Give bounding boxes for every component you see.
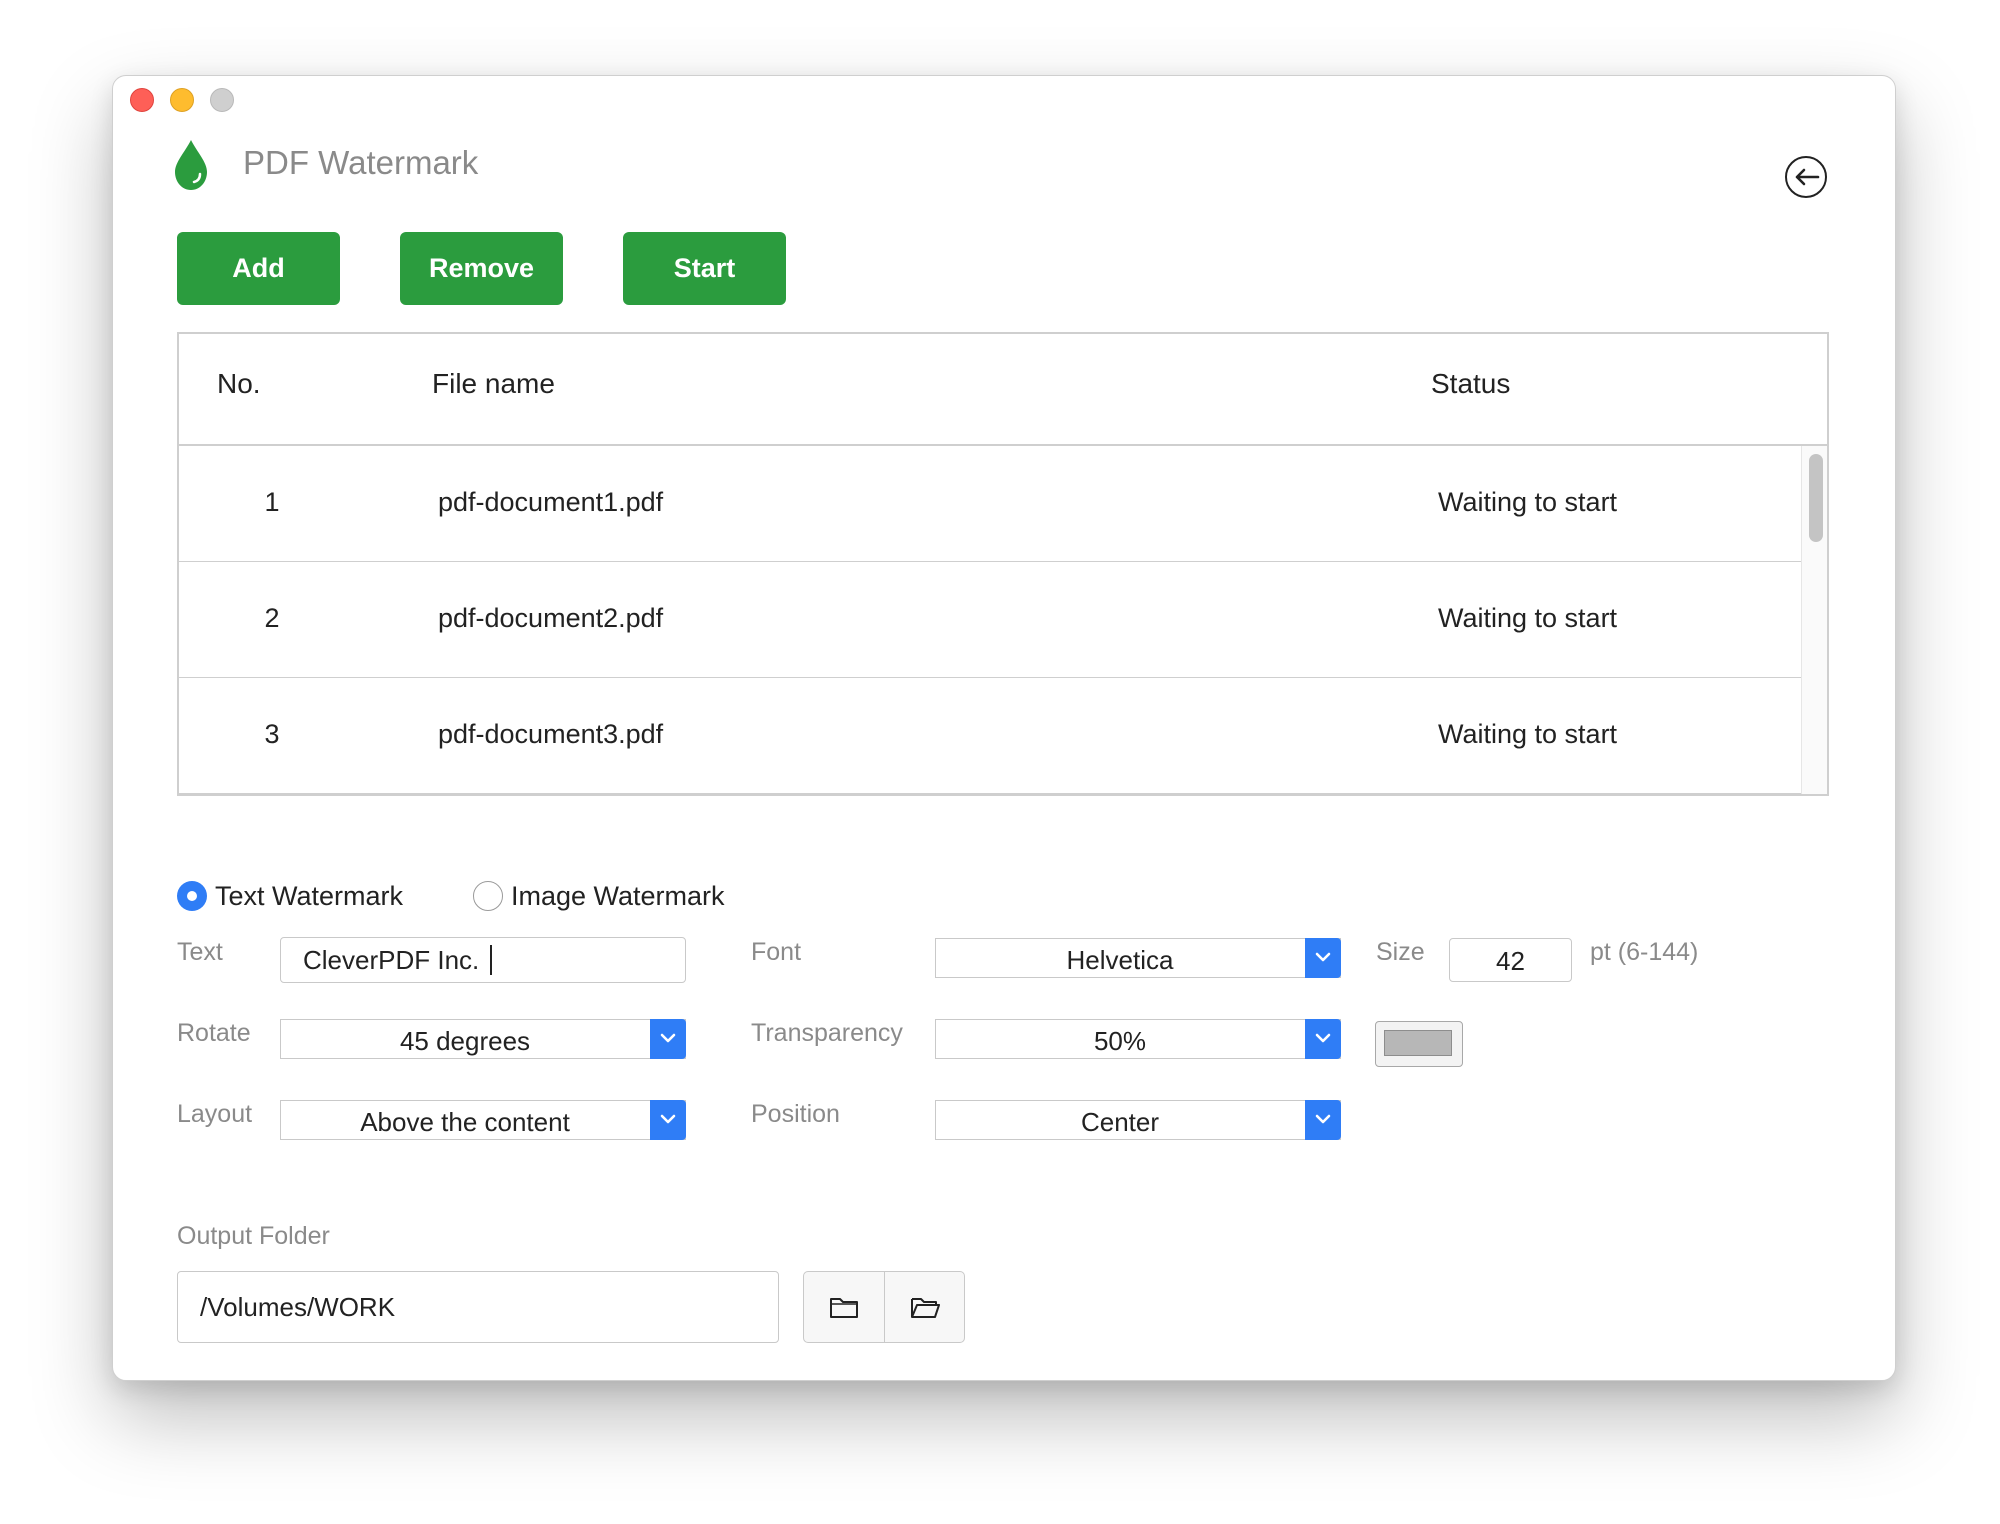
table-row[interactable]: 1 pdf-document1.pdf Waiting to start xyxy=(179,446,1801,562)
table-header: No. File name Status xyxy=(179,334,1827,446)
chevron-down-icon[interactable] xyxy=(650,1019,686,1059)
row-file-name: pdf-document3.pdf xyxy=(438,719,664,749)
water-drop-icon xyxy=(175,140,207,190)
color-picker-button[interactable] xyxy=(1375,1021,1463,1067)
transparency-label: Transparency xyxy=(751,1019,903,1047)
folder-button-group xyxy=(803,1271,965,1343)
app-window: PDF Watermark Add Remove Start No. File … xyxy=(112,75,1896,1381)
text-cursor xyxy=(490,945,492,975)
text-watermark-radio[interactable]: Text Watermark xyxy=(177,879,437,913)
row-file-name: pdf-document2.pdf xyxy=(438,603,664,633)
text-label: Text xyxy=(177,938,223,966)
table-row[interactable]: 3 pdf-document3.pdf Waiting to start xyxy=(179,678,1801,794)
layout-label: Layout xyxy=(177,1100,253,1128)
column-header-file-name[interactable]: File name xyxy=(432,368,555,400)
size-value: 42 xyxy=(1496,946,1525,976)
color-swatch xyxy=(1384,1030,1452,1056)
position-select-value: Center xyxy=(1080,1107,1160,1137)
chevron-down-icon[interactable] xyxy=(1305,938,1341,978)
row-status: Waiting to start xyxy=(1438,487,1618,517)
window-close-button[interactable] xyxy=(130,88,154,112)
radio-unselected-icon[interactable] xyxy=(473,881,503,911)
row-file-name: pdf-document1.pdf xyxy=(438,487,664,517)
chevron-down-icon[interactable] xyxy=(650,1100,686,1140)
table-scrollbar[interactable] xyxy=(1801,446,1827,794)
add-button[interactable]: Add xyxy=(177,232,340,305)
size-range-label: pt (6-144) xyxy=(1590,938,1699,966)
column-header-no[interactable]: No. xyxy=(217,368,261,400)
font-label: Font xyxy=(751,938,802,966)
start-button[interactable]: Start xyxy=(623,232,786,305)
window-minimize-button[interactable] xyxy=(170,88,194,112)
column-header-status[interactable]: Status xyxy=(1431,368,1510,400)
image-watermark-label: Image Watermark xyxy=(511,881,725,911)
size-input[interactable]: 42 xyxy=(1449,938,1572,982)
table-row[interactable]: 2 pdf-document2.pdf Waiting to start xyxy=(179,562,1801,678)
image-watermark-radio[interactable]: Image Watermark xyxy=(473,879,743,913)
row-status: Waiting to start xyxy=(1438,719,1618,749)
size-label: Size xyxy=(1376,938,1425,966)
chevron-down-icon[interactable] xyxy=(1305,1019,1341,1059)
file-table: No. File name Status 1 pdf-document1.pdf… xyxy=(177,332,1829,796)
output-folder-input[interactable]: /Volumes/WORK xyxy=(177,1271,779,1343)
rotate-label: Rotate xyxy=(177,1019,251,1047)
font-select-value: Helvetica xyxy=(1066,945,1174,975)
watermark-text-value: CleverPDF Inc. xyxy=(303,945,480,975)
row-number: 2 xyxy=(264,603,280,633)
transparency-select[interactable]: 50% xyxy=(935,1019,1341,1059)
layout-select[interactable]: Above the content xyxy=(280,1100,686,1140)
table-body: 1 pdf-document1.pdf Waiting to start 2 p… xyxy=(179,446,1801,794)
layout-select-value: Above the content xyxy=(360,1107,570,1137)
chevron-down-icon[interactable] xyxy=(1305,1100,1341,1140)
position-label: Position xyxy=(751,1100,840,1128)
position-select[interactable]: Center xyxy=(935,1100,1341,1140)
app-title: PDF Watermark xyxy=(243,144,479,181)
folder-open-icon xyxy=(911,1298,940,1318)
transparency-select-value: 50% xyxy=(1093,1026,1147,1056)
text-watermark-label: Text Watermark xyxy=(215,881,404,911)
row-number: 1 xyxy=(264,487,280,517)
remove-button[interactable]: Remove xyxy=(400,232,563,305)
window-zoom-button[interactable] xyxy=(210,88,234,112)
back-arrow-icon xyxy=(1795,168,1820,186)
radio-selected-icon[interactable] xyxy=(177,881,207,911)
row-status: Waiting to start xyxy=(1438,603,1618,633)
watermark-text-input[interactable]: CleverPDF Inc. xyxy=(280,937,686,983)
back-button[interactable] xyxy=(1785,156,1827,198)
table-scrollbar-thumb[interactable] xyxy=(1809,454,1823,542)
open-folder-button[interactable] xyxy=(885,1272,964,1342)
folder-icon xyxy=(830,1298,858,1318)
row-number: 3 xyxy=(264,719,280,749)
choose-folder-button[interactable] xyxy=(804,1272,885,1342)
rotate-select[interactable]: 45 degrees xyxy=(280,1019,686,1059)
font-select[interactable]: Helvetica xyxy=(935,938,1341,978)
rotate-select-value: 45 degrees xyxy=(399,1026,531,1056)
output-folder-label: Output Folder xyxy=(177,1222,330,1250)
output-folder-path: /Volumes/WORK xyxy=(200,1292,396,1322)
